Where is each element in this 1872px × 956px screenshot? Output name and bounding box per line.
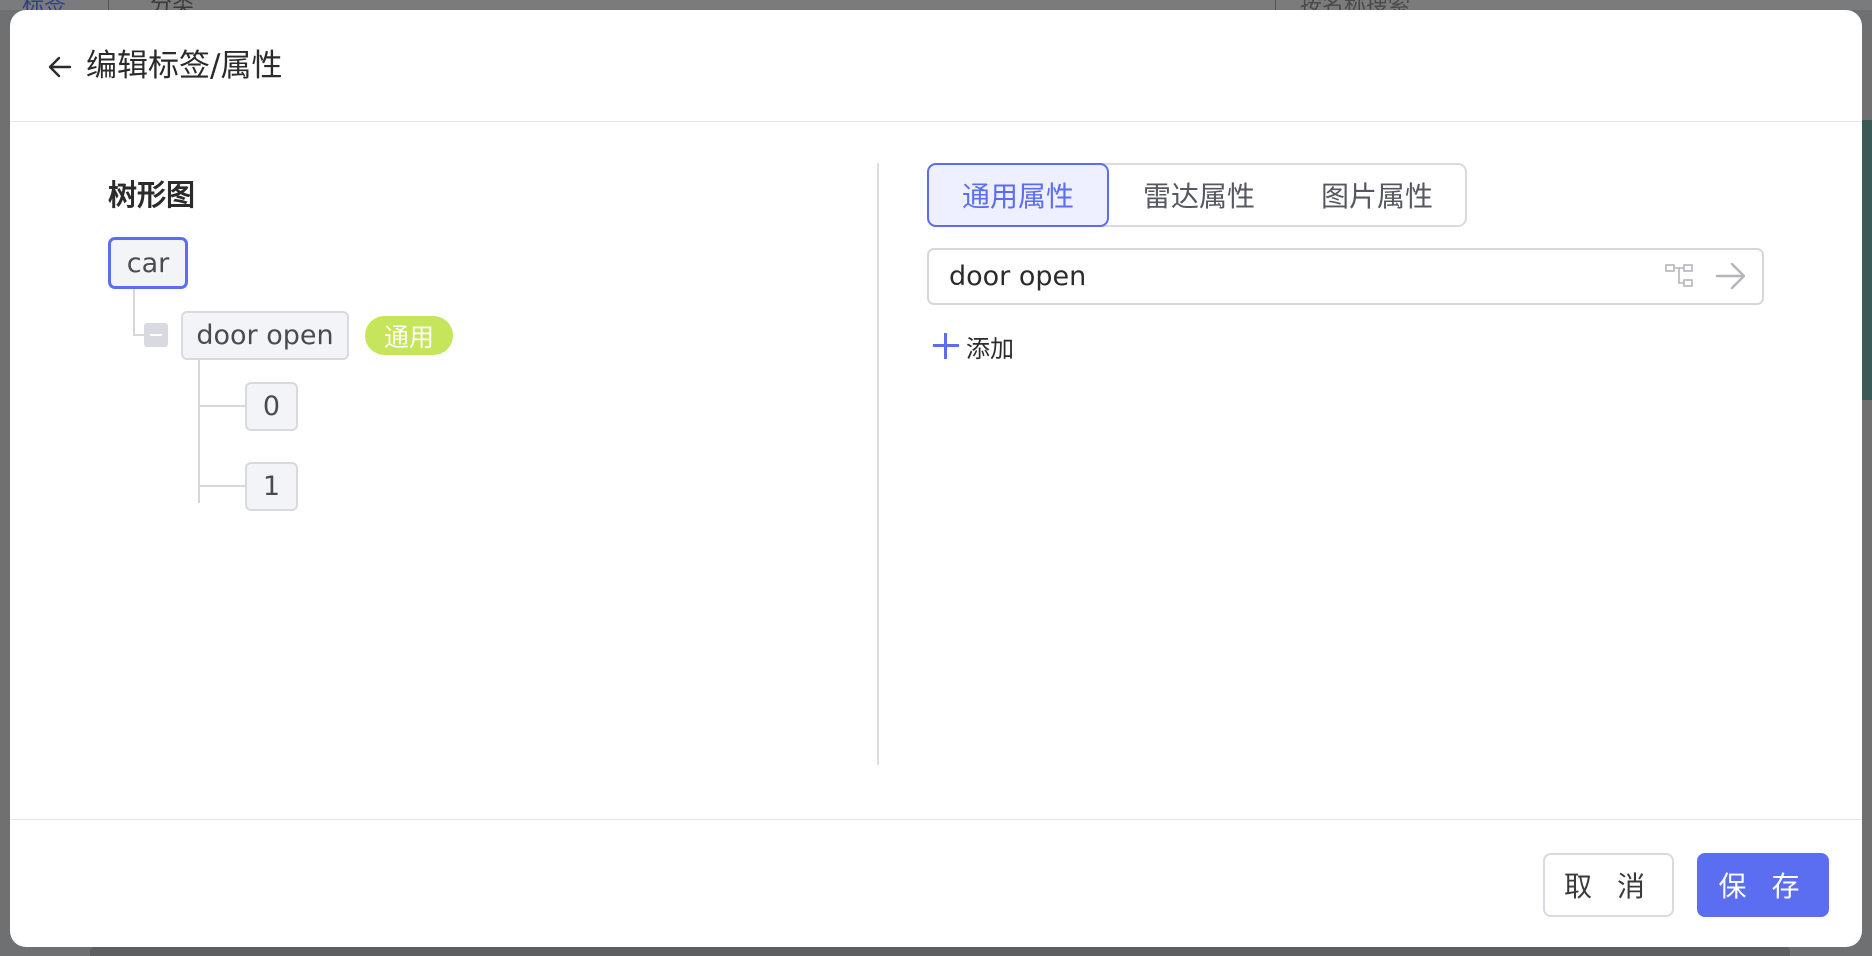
tree-node-door-open[interactable]: door open xyxy=(181,311,349,360)
minus-icon[interactable] xyxy=(144,323,168,347)
modal-header: 编辑标签/属性 xyxy=(10,10,1862,122)
add-attribute-button[interactable]: 添加 xyxy=(932,328,1014,364)
tree-connector xyxy=(198,405,245,407)
modal-body: 树形图 car door open 通用 0 1 通用属性 雷达属性 图片属性 xyxy=(10,123,1862,820)
tree-structure-icon[interactable] xyxy=(1664,262,1694,290)
attribute-name-input[interactable] xyxy=(949,250,1629,303)
general-badge: 通用 xyxy=(365,316,453,355)
vertical-divider xyxy=(877,163,879,765)
save-button[interactable]: 保 存 xyxy=(1697,853,1829,917)
arrow-right-icon[interactable] xyxy=(1714,260,1748,292)
tab-general-attributes[interactable]: 通用属性 xyxy=(927,163,1109,227)
background-tab-category: 分类 xyxy=(150,0,194,10)
attribute-name-field xyxy=(927,248,1764,305)
tree-connector xyxy=(198,485,245,487)
cancel-button[interactable]: 取 消 xyxy=(1543,853,1674,917)
add-attribute-label: 添加 xyxy=(966,334,1014,363)
attribute-tabs: 通用属性 雷达属性 图片属性 xyxy=(927,163,1467,227)
background-search: 按名称搜索 xyxy=(1300,0,1410,10)
tree-node-car[interactable]: car xyxy=(108,237,188,289)
plus-icon xyxy=(932,332,960,360)
tree-connector xyxy=(198,360,200,503)
arrow-left-icon[interactable] xyxy=(46,53,74,81)
background-separator xyxy=(1275,0,1276,10)
background-tab-tags: 标签 xyxy=(22,0,66,10)
tab-radar-attributes[interactable]: 雷达属性 xyxy=(1109,165,1289,225)
background-separator xyxy=(108,0,109,10)
tree-node-1[interactable]: 1 xyxy=(245,462,298,511)
tree-heading: 树形图 xyxy=(108,178,196,212)
tab-image-attributes[interactable]: 图片属性 xyxy=(1289,165,1465,225)
background-panel xyxy=(90,946,1790,956)
background-topbar xyxy=(0,0,1872,10)
edit-tag-modal: 编辑标签/属性 树形图 car door open 通用 0 1 通用属性 雷达… xyxy=(10,10,1862,947)
modal-title: 编辑标签/属性 xyxy=(86,48,283,84)
tree-node-0[interactable]: 0 xyxy=(245,382,298,431)
tree-connector xyxy=(133,289,135,335)
